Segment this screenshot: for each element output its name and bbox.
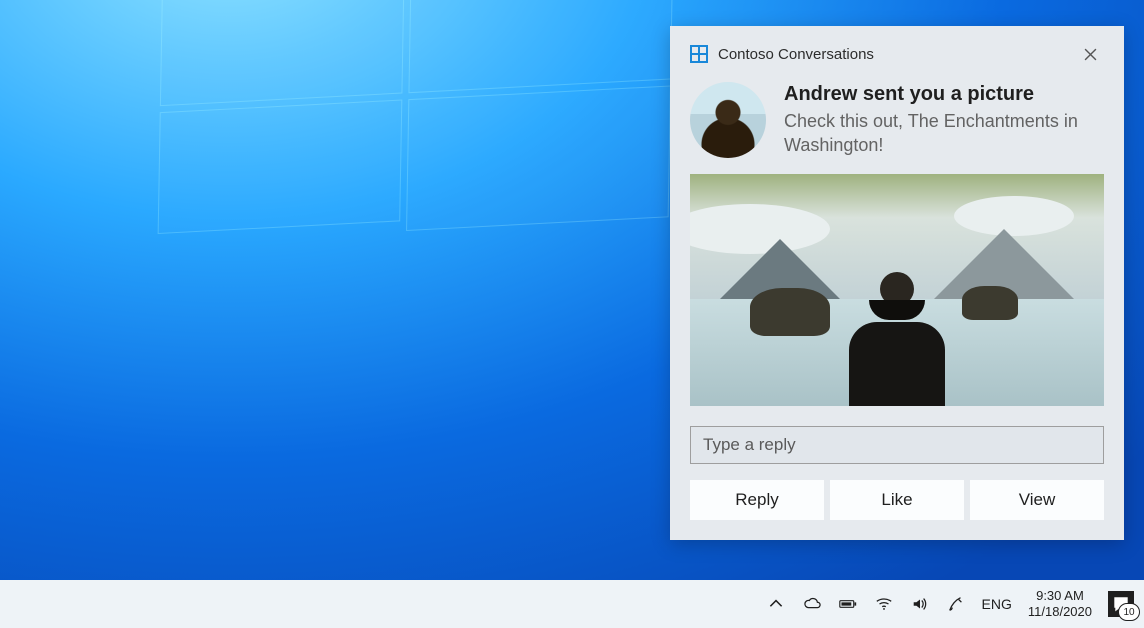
toast-header: Contoso Conversations bbox=[690, 40, 1104, 68]
language-indicator[interactable]: ENG bbox=[982, 596, 1012, 612]
clock-time: 9:30 AM bbox=[1036, 588, 1084, 604]
pen-icon bbox=[947, 595, 965, 613]
clock-date: 11/18/2020 bbox=[1028, 604, 1092, 620]
toast-actions: Reply Like View bbox=[690, 480, 1104, 520]
onedrive-tray-icon[interactable] bbox=[802, 594, 822, 614]
hero-image bbox=[690, 174, 1104, 406]
wifi-icon bbox=[875, 595, 893, 613]
reply-input[interactable] bbox=[690, 426, 1104, 464]
sender-avatar bbox=[690, 82, 766, 158]
like-button[interactable]: Like bbox=[830, 480, 964, 520]
close-button[interactable] bbox=[1076, 40, 1104, 68]
toast-content: Andrew sent you a picture Check this out… bbox=[690, 82, 1104, 158]
battery-icon bbox=[839, 595, 857, 613]
system-tray: ENG 9:30 AM 11/18/2020 10 bbox=[766, 588, 1134, 621]
close-icon bbox=[1084, 48, 1097, 61]
toast-notification: Contoso Conversations Andrew sent you a … bbox=[670, 26, 1124, 540]
reply-button[interactable]: Reply bbox=[690, 480, 824, 520]
wifi-tray-icon[interactable] bbox=[874, 594, 894, 614]
tray-overflow-button[interactable] bbox=[766, 594, 786, 614]
app-name: Contoso Conversations bbox=[718, 46, 874, 63]
view-button[interactable]: View bbox=[970, 480, 1104, 520]
clock[interactable]: 9:30 AM 11/18/2020 bbox=[1028, 588, 1092, 621]
windows-logo bbox=[157, 0, 703, 284]
taskbar: ENG 9:30 AM 11/18/2020 10 bbox=[0, 580, 1144, 628]
battery-tray-icon[interactable] bbox=[838, 594, 858, 614]
cloud-icon bbox=[803, 595, 821, 613]
action-center-button[interactable]: 10 bbox=[1108, 591, 1134, 617]
volume-tray-icon[interactable] bbox=[910, 594, 930, 614]
ink-tray-icon[interactable] bbox=[946, 594, 966, 614]
desktop: Contoso Conversations Andrew sent you a … bbox=[0, 0, 1144, 628]
notification-badge: 10 bbox=[1118, 603, 1140, 621]
toast-title: Andrew sent you a picture bbox=[784, 82, 1104, 107]
chevron-up-icon bbox=[767, 595, 785, 613]
speaker-icon bbox=[911, 595, 929, 613]
toast-body: Check this out, The Enchantments in Wash… bbox=[784, 109, 1104, 158]
app-icon bbox=[690, 45, 708, 63]
